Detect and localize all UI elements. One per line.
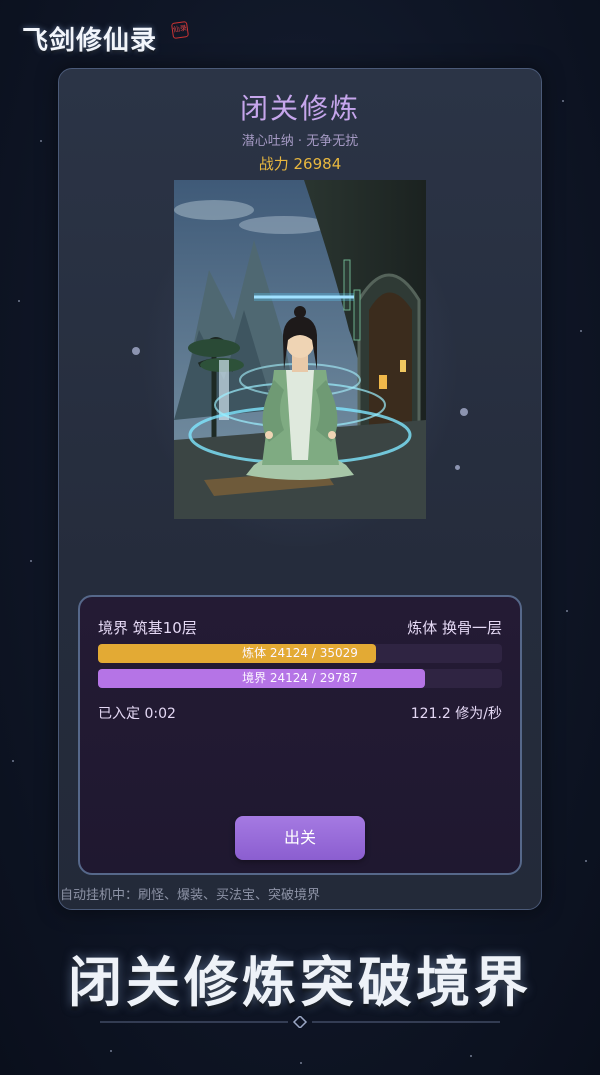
decorative-orb-right bbox=[460, 408, 468, 416]
combat-power: 战力 26984 bbox=[258, 155, 342, 173]
decorative-orb-right-small bbox=[455, 465, 460, 470]
body-refinement-progress-label: 炼体 24124 / 35029 bbox=[242, 646, 358, 660]
logo-seal-icon: 仙录 bbox=[170, 20, 190, 40]
realm-progress-bar: 境界 24124 / 29787 bbox=[98, 669, 502, 688]
game-logo: 飞剑修仙录 bbox=[22, 26, 158, 56]
auto-idle-note: 自动挂机中：刷怪、爆装、买法宝、突破境界 bbox=[60, 888, 321, 903]
meditation-cultivator-art bbox=[174, 180, 426, 519]
promo-banner-text: 闭关修炼突破境界 bbox=[68, 951, 532, 1014]
meditation-timer: 已入定 0:02 bbox=[98, 706, 176, 722]
cultivation-rate: 121.2 修为/秒 bbox=[410, 706, 502, 722]
divider-diamond-icon bbox=[100, 1016, 500, 1028]
page-title: 闭关修炼 bbox=[239, 92, 360, 125]
decorative-orb-left bbox=[132, 347, 140, 355]
realm-progress-label: 境界 24124 / 29787 bbox=[242, 671, 358, 685]
exit-seclusion-button[interactable]: 出关 bbox=[235, 816, 365, 860]
body-refinement-progress-bar: 炼体 24124 / 35029 bbox=[98, 644, 502, 663]
page-subtitle: 潜心吐纳 · 无争无扰 bbox=[241, 134, 359, 149]
realm-level: 境界 筑基10层 bbox=[98, 619, 197, 637]
body-refinement-level: 炼体 换骨一层 bbox=[407, 619, 502, 637]
